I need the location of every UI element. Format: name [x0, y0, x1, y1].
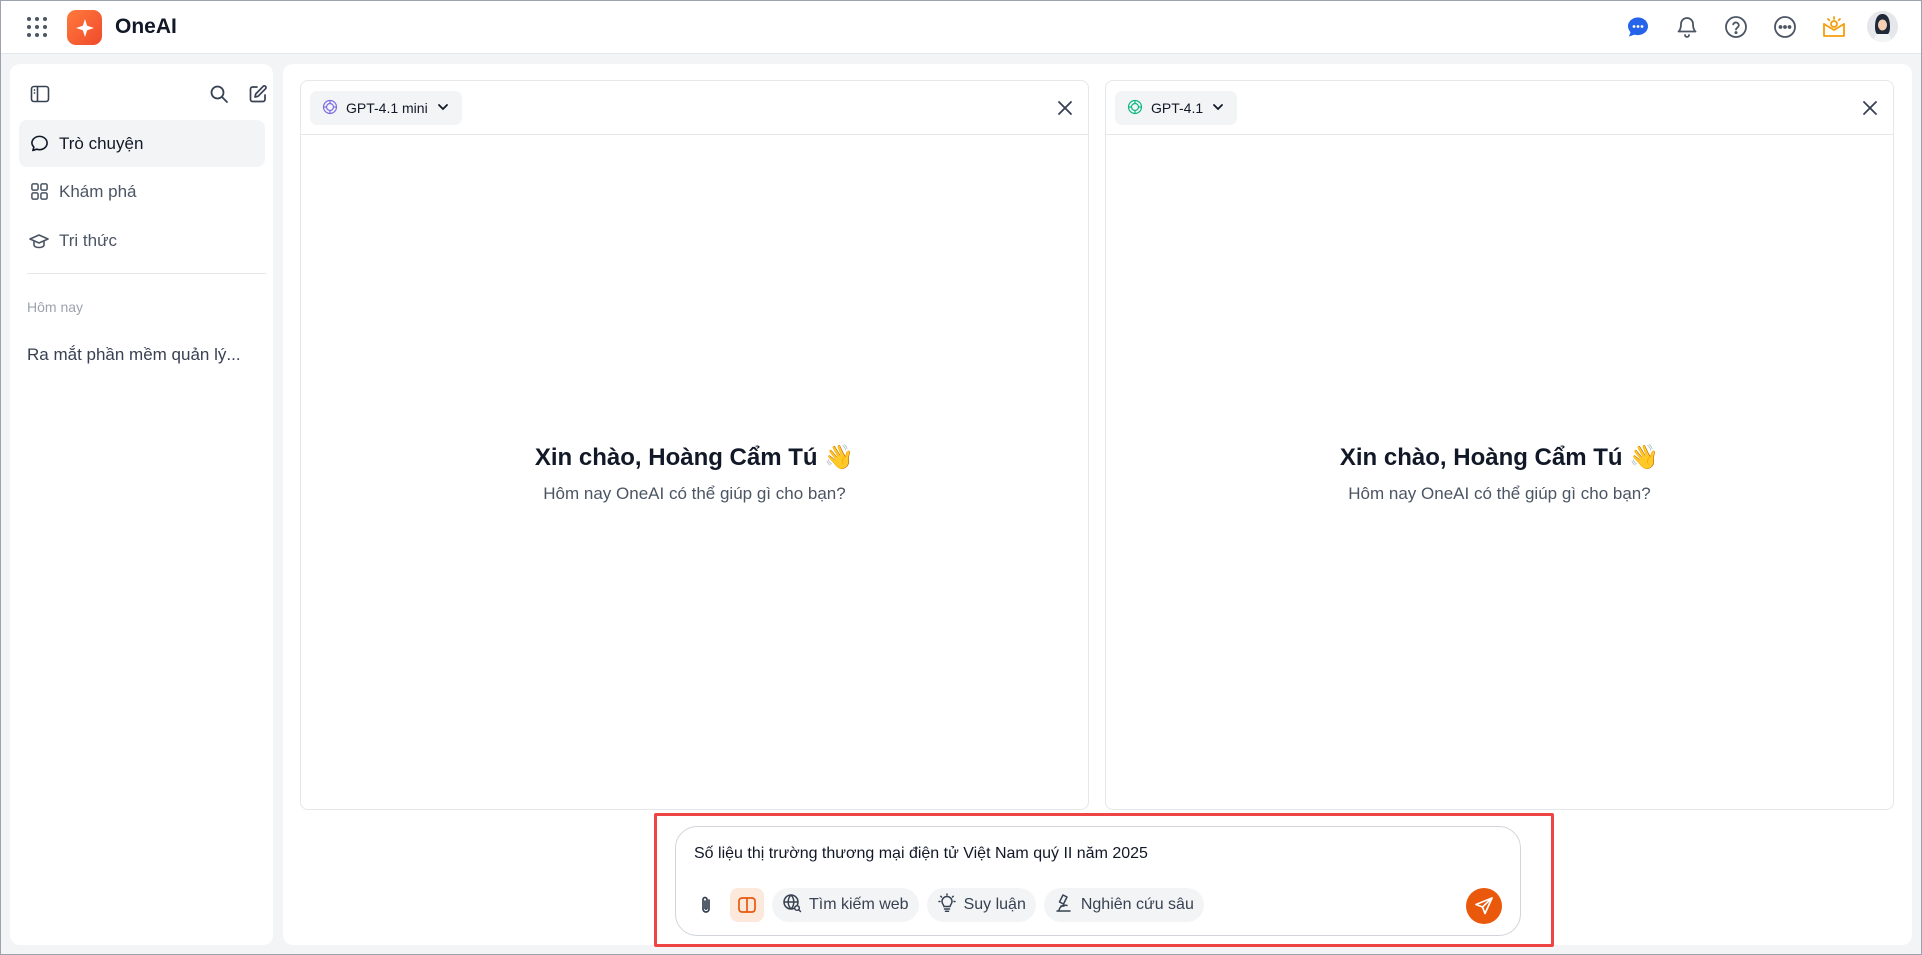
- brand-name: OneAI: [115, 15, 177, 38]
- model-selector-left[interactable]: GPT-4.1 mini: [310, 91, 462, 125]
- globe-search-icon: [782, 893, 802, 918]
- sidebar-item-label: Khám phá: [59, 181, 137, 201]
- greeting-subtitle: Hôm nay OneAI có thể giúp gì cho bạn?: [543, 484, 846, 503]
- reasoning-button[interactable]: Suy luận: [926, 888, 1036, 922]
- web-search-label: Tìm kiếm web: [809, 896, 909, 913]
- paperclip-icon[interactable]: [690, 888, 722, 922]
- deep-research-button[interactable]: Nghiên cứu sâu: [1043, 888, 1204, 922]
- web-search-button[interactable]: Tìm kiếm web: [772, 888, 919, 922]
- microscope-icon: [1054, 893, 1074, 918]
- new-chat-icon[interactable]: [244, 80, 272, 108]
- model-selector-right[interactable]: GPT-4.1: [1115, 91, 1238, 125]
- top-bar: OneAI: [0, 0, 1922, 54]
- model-name: GPT-4.1: [1151, 100, 1204, 116]
- history-item[interactable]: Ra mắt phần mềm quản lý...: [19, 335, 265, 375]
- sidebar-item-explore[interactable]: Khám phá: [19, 168, 265, 215]
- split-view-icon[interactable]: [730, 888, 764, 922]
- close-icon[interactable]: [1857, 95, 1883, 121]
- reasoning-label: Suy luận: [963, 896, 1026, 913]
- send-button[interactable]: [1466, 888, 1502, 924]
- sidebar-item-label: Trò chuyện: [59, 133, 144, 153]
- openai-icon: [1127, 99, 1143, 118]
- model-name: GPT-4.1 mini: [346, 100, 428, 116]
- graduation-cap-icon: [29, 231, 49, 251]
- greeting-title: Xin chào, Hoàng Cẩm Tú 👋: [1339, 444, 1660, 471]
- chat-panel-left: GPT-4.1 mini Xin chào, Hoàng Cẩm Tú 👋 Hô…: [300, 80, 1089, 810]
- message-input[interactable]: [694, 839, 1474, 869]
- lightbulb-icon: [937, 892, 957, 918]
- chevron-down-icon: [436, 100, 450, 117]
- sidebar-toggle-icon[interactable]: [26, 80, 54, 108]
- sidebar-item-chat[interactable]: Trò chuyện: [19, 120, 265, 167]
- bell-icon[interactable]: [1671, 11, 1702, 42]
- apps-grid-icon[interactable]: [24, 14, 50, 40]
- help-icon[interactable]: [1720, 11, 1751, 42]
- message-composer: Tìm kiếm web Suy luận Nghiên cứu sâu: [675, 826, 1521, 936]
- chevron-down-icon: [1211, 100, 1225, 117]
- close-icon[interactable]: [1052, 95, 1078, 121]
- oneai-logo[interactable]: [67, 10, 102, 45]
- main-area: GPT-4.1 mini Xin chào, Hoàng Cẩm Tú 👋 Hô…: [283, 64, 1912, 945]
- more-icon[interactable]: [1769, 11, 1800, 42]
- chat-bubble-icon[interactable]: [1622, 11, 1653, 42]
- sidebar-item-knowledge[interactable]: Tri thức: [19, 217, 265, 264]
- sidebar-item-label: Tri thức: [59, 230, 117, 250]
- user-avatar[interactable]: [1867, 11, 1898, 42]
- greeting-subtitle: Hôm nay OneAI có thể giúp gì cho bạn?: [1348, 484, 1651, 503]
- sidebar-divider: [27, 273, 266, 274]
- lamp-idea-icon[interactable]: [1818, 11, 1849, 42]
- chat-icon: [29, 134, 49, 154]
- history-section-label: Hôm nay: [27, 299, 84, 315]
- grid-icon: [29, 182, 49, 202]
- openai-icon: [322, 99, 338, 118]
- sidebar: Trò chuyện Khám phá Tri thức Hôm nay Ra …: [10, 64, 273, 945]
- deep-research-label: Nghiên cứu sâu: [1080, 896, 1194, 913]
- greeting-title: Xin chào, Hoàng Cẩm Tú 👋: [534, 444, 855, 471]
- search-icon[interactable]: [205, 80, 233, 108]
- chat-panel-right: GPT-4.1 Xin chào, Hoàng Cẩm Tú 👋 Hôm nay…: [1105, 80, 1894, 810]
